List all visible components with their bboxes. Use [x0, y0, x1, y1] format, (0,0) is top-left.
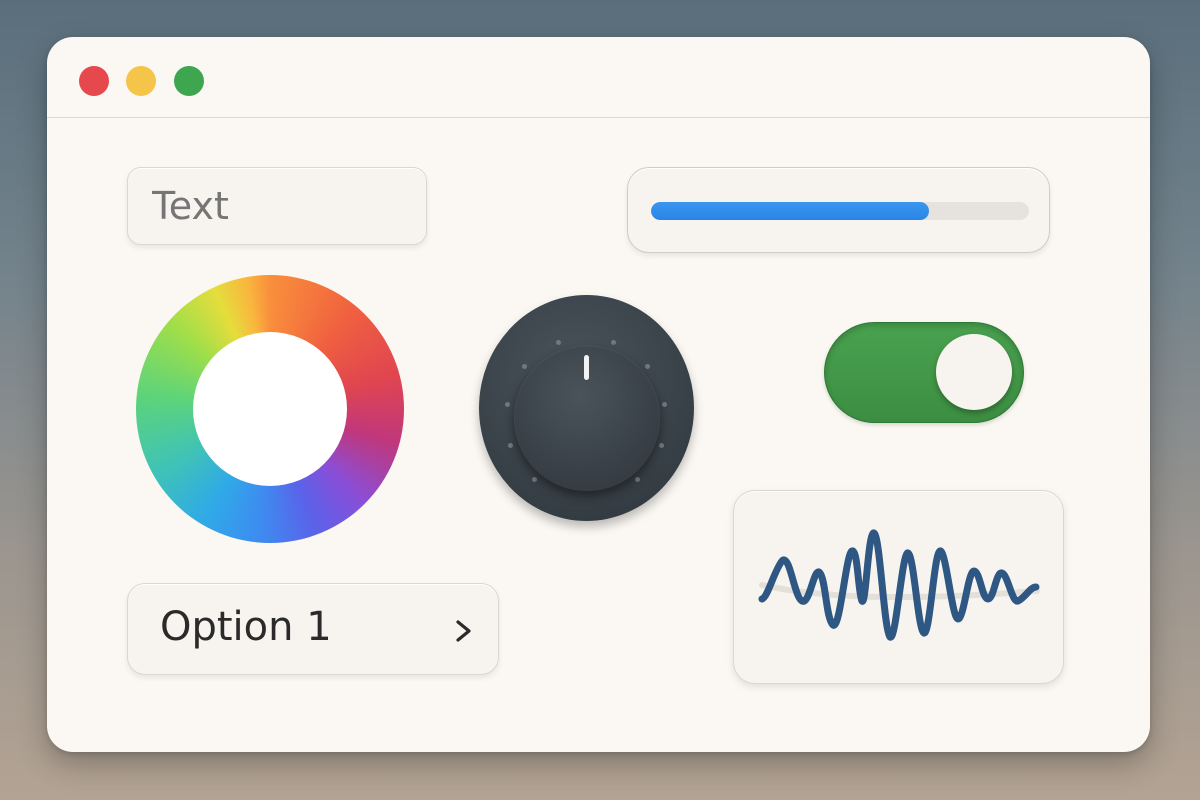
knob-tick-mark	[658, 442, 664, 448]
knob-tick-mark	[556, 340, 562, 346]
knob-tick-mark	[522, 364, 528, 370]
progress-bar-fill	[651, 202, 929, 220]
rotary-knob[interactable]	[479, 295, 694, 521]
toggle-thumb[interactable]	[936, 334, 1012, 410]
color-wheel-picker[interactable]	[136, 275, 404, 543]
knob-tick-mark	[532, 476, 538, 482]
app-window: Option 1	[47, 37, 1150, 752]
dropdown-selected-label: Option 1	[160, 604, 332, 650]
maximize-window-button[interactable]	[174, 66, 204, 96]
knob-tick-mark	[508, 442, 514, 448]
knob-tick-mark	[662, 401, 668, 407]
knob-dial[interactable]	[514, 345, 660, 491]
title-bar	[47, 37, 1150, 118]
waveform-icon	[758, 529, 1040, 641]
chevron-right-icon	[456, 620, 471, 642]
minimize-window-button[interactable]	[126, 66, 156, 96]
knob-tick-mark	[504, 401, 510, 407]
option-dropdown[interactable]: Option 1	[127, 583, 499, 675]
toggle-switch[interactable]	[824, 322, 1024, 423]
close-window-button[interactable]	[79, 66, 109, 96]
knob-indicator	[584, 355, 589, 380]
progress-card	[627, 167, 1050, 253]
knob-tick-mark	[644, 364, 650, 370]
knob-tick-mark	[634, 476, 640, 482]
knob-tick-mark	[610, 340, 616, 346]
color-wheel-center	[193, 332, 347, 486]
waveform-card	[733, 490, 1064, 684]
text-input[interactable]	[127, 167, 427, 245]
progress-track	[651, 202, 1029, 220]
